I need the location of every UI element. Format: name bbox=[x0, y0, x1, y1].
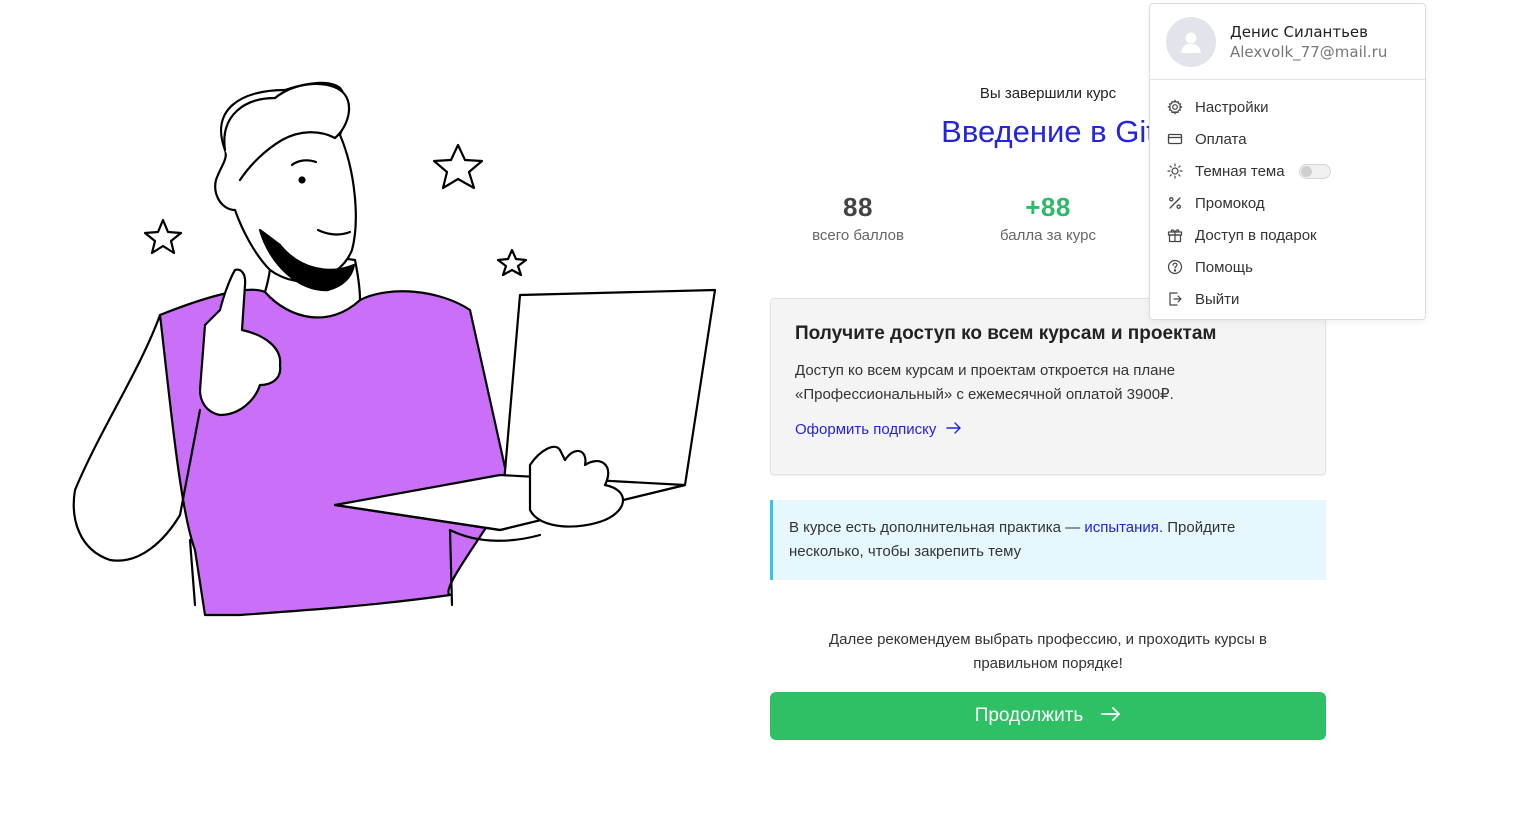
avatar bbox=[1166, 16, 1216, 67]
promo-text: Доступ ко всем курсам и проектам откроет… bbox=[795, 362, 1176, 403]
user-email: Alexvolk_77@mail.ru bbox=[1230, 42, 1388, 61]
practice-info-box: В курсе есть дополнительная практика — и… bbox=[770, 500, 1326, 580]
gift-icon bbox=[1166, 226, 1184, 244]
total-score-label: всего баллов bbox=[812, 227, 904, 244]
toggle-knob bbox=[1300, 165, 1312, 177]
menu-item-gift-access[interactable]: Доступ в подарок bbox=[1150, 219, 1425, 251]
info-text-before: В курсе есть дополнительная практика — bbox=[789, 519, 1085, 536]
percent-icon bbox=[1166, 194, 1184, 212]
user-profile-header: Денис Силантьев Alexvolk_77@mail.ru bbox=[1150, 4, 1425, 80]
menu-item-label: Доступ в подарок bbox=[1195, 226, 1317, 244]
sun-icon bbox=[1166, 162, 1184, 180]
user-name: Денис Силантьев bbox=[1230, 22, 1368, 41]
arrow-right-icon bbox=[946, 421, 962, 438]
subscribe-link[interactable]: Оформить подписку bbox=[795, 421, 962, 438]
gear-icon bbox=[1166, 98, 1184, 116]
challenges-link[interactable]: испытания bbox=[1084, 519, 1159, 536]
subscription-promo-card: Получите доступ ко всем курсам и проекта… bbox=[770, 298, 1326, 475]
arrow-right-icon bbox=[1101, 705, 1121, 727]
subscribe-link-label: Оформить подписку bbox=[795, 421, 937, 438]
user-menu-dropdown: Денис Силантьев Alexvolk_77@mail.ru Наст… bbox=[1149, 3, 1426, 320]
course-score-stat: +88 балла за курс bbox=[958, 192, 1138, 244]
menu-item-dark-theme[interactable]: Темная тема bbox=[1150, 155, 1425, 187]
menu-item-label: Помощь bbox=[1195, 258, 1253, 276]
total-score-value: 88 bbox=[843, 192, 873, 222]
user-menu-list: Настройки Оплата Темная тема Промокод До… bbox=[1150, 80, 1425, 315]
course-score-label: балла за курс bbox=[1000, 227, 1096, 244]
menu-item-settings[interactable]: Настройки bbox=[1150, 91, 1425, 123]
menu-item-payment[interactable]: Оплата bbox=[1150, 123, 1425, 155]
credit-card-icon bbox=[1166, 130, 1184, 148]
course-score-value: +88 bbox=[1025, 192, 1071, 222]
menu-item-label: Настройки bbox=[1195, 98, 1269, 116]
promo-title: Получите доступ ко всем курсам и проекта… bbox=[795, 323, 1217, 344]
help-icon bbox=[1166, 258, 1184, 276]
menu-item-label: Выйти bbox=[1195, 290, 1240, 308]
recommendation-text: Далее рекомендуем выбрать профессию, и п… bbox=[828, 631, 1268, 672]
menu-item-label: Темная тема bbox=[1195, 162, 1285, 180]
total-score-stat: 88 всего баллов bbox=[768, 192, 948, 244]
menu-item-label: Промокод bbox=[1195, 194, 1265, 212]
logout-icon bbox=[1166, 290, 1184, 308]
menu-item-help[interactable]: Помощь bbox=[1150, 251, 1425, 283]
hero-illustration bbox=[60, 70, 730, 630]
menu-item-label: Оплата bbox=[1195, 130, 1247, 148]
continue-button-label: Продолжить bbox=[974, 705, 1084, 726]
menu-item-promocode[interactable]: Промокод bbox=[1150, 187, 1425, 219]
menu-item-logout[interactable]: Выйти bbox=[1150, 283, 1425, 315]
continue-button[interactable]: Продолжить bbox=[770, 692, 1326, 740]
dark-theme-toggle[interactable] bbox=[1298, 163, 1331, 179]
